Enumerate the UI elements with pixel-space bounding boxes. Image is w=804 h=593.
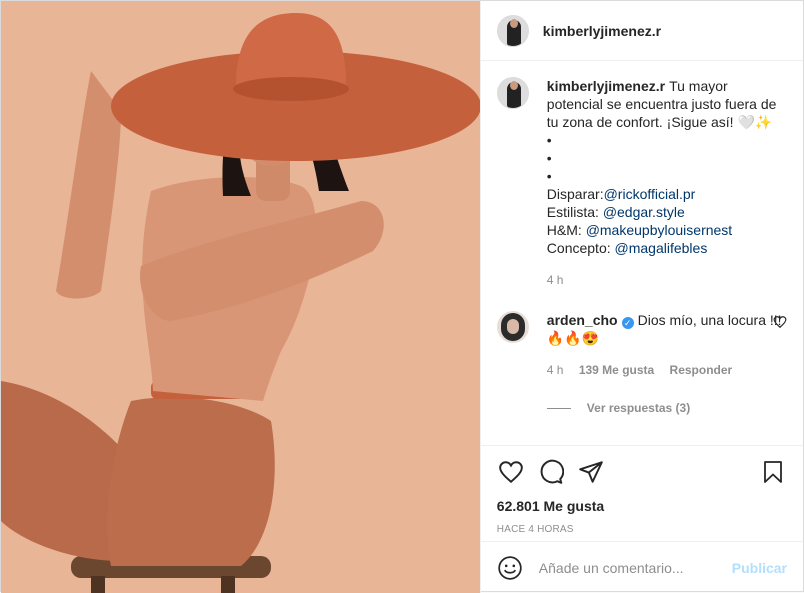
reply-button[interactable]: Responder xyxy=(670,363,733,377)
add-comment-bar: Publicar xyxy=(480,541,803,593)
share-icon[interactable] xyxy=(577,458,605,486)
author-avatar[interactable] xyxy=(496,14,529,47)
view-replies-label: Ver respuestas (3) xyxy=(586,401,691,415)
photo-illustration xyxy=(1,1,480,593)
post-timestamp[interactable]: HACE 4 HORAS xyxy=(497,524,787,535)
bookmark-icon[interactable] xyxy=(759,458,787,486)
comment-icon[interactable] xyxy=(537,458,565,486)
credit-label: Estilista: xyxy=(546,204,603,220)
credit-label: Disparar: xyxy=(546,186,604,202)
post-actions: 62.801 Me gusta HACE 4 HORAS xyxy=(480,445,803,541)
author-username[interactable]: kimberlyjimenez.r xyxy=(543,23,661,39)
comment-likes[interactable]: 139 Me gusta xyxy=(579,363,654,377)
caption-body: kimberlyjimenez.r Tu mayor potencial se e… xyxy=(547,77,787,289)
action-icons xyxy=(497,452,787,492)
likes-count[interactable]: 62.801 Me gusta xyxy=(497,498,787,514)
comments-section: kimberlyjimenez.r Tu mayor potencial se e… xyxy=(481,61,803,445)
publish-button[interactable]: Publicar xyxy=(724,560,795,576)
verified-badge-icon: ✓ xyxy=(621,317,634,329)
post-header: kimberlyjimenez.r xyxy=(480,1,803,61)
post-sidebar: kimberlyjimenez.r kimberlyjimenez.r Tu ma… xyxy=(479,1,803,593)
credit-concept: Concepto: @magalifebles xyxy=(547,239,787,257)
comment-item: arden_cho ✓ Dios mío, una locura !!! 🔥🔥😍 4… xyxy=(496,311,787,379)
comment-time[interactable]: 4 h xyxy=(547,363,564,377)
credit-makeup: H&M: @makeupbylouisernest xyxy=(547,221,787,239)
post-photo[interactable] xyxy=(1,1,480,593)
caption: kimberlyjimenez.r Tu mayor potencial se e… xyxy=(496,77,787,289)
comment-input[interactable] xyxy=(538,559,724,576)
caption-avatar[interactable] xyxy=(496,77,529,109)
caption-bullet: • xyxy=(546,150,552,166)
view-replies-button[interactable]: Ver respuestas (3) xyxy=(546,401,787,415)
caption-meta: 4 h xyxy=(547,271,787,289)
caption-time[interactable]: 4 h xyxy=(547,273,564,287)
comment-meta: 4 h 139 Me gusta Responder xyxy=(547,361,787,379)
credit-stylist: Estilista: @edgar.style xyxy=(547,203,787,221)
replies-divider xyxy=(546,407,571,409)
heart-icon[interactable] xyxy=(497,458,525,486)
instagram-post: kimberlyjimenez.r kimberlyjimenez.r Tu ma… xyxy=(0,0,804,593)
caption-bullet: • xyxy=(546,132,552,148)
commenter-username[interactable]: arden_cho xyxy=(547,312,618,328)
commenter-avatar[interactable] xyxy=(496,311,529,343)
credit-label: Concepto: xyxy=(546,240,615,256)
credit-photographer: Disparar:@rickofficial.pr xyxy=(547,185,787,203)
emoji-icon[interactable] xyxy=(497,555,523,581)
caption-bullet: • xyxy=(546,168,552,184)
credit-label: H&M: xyxy=(546,222,586,238)
credit-handle[interactable]: @makeupbylouisernest xyxy=(586,222,733,238)
like-comment-heart-icon[interactable] xyxy=(773,315,787,329)
credit-handle[interactable]: @edgar.style xyxy=(603,204,685,220)
caption-username[interactable]: kimberlyjimenez.r xyxy=(547,78,665,94)
credit-handle[interactable]: @magalifebles xyxy=(615,240,708,256)
comment-body: arden_cho ✓ Dios mío, una locura !!! 🔥🔥😍 4… xyxy=(547,311,787,379)
credit-handle[interactable]: @rickofficial.pr xyxy=(604,186,696,202)
